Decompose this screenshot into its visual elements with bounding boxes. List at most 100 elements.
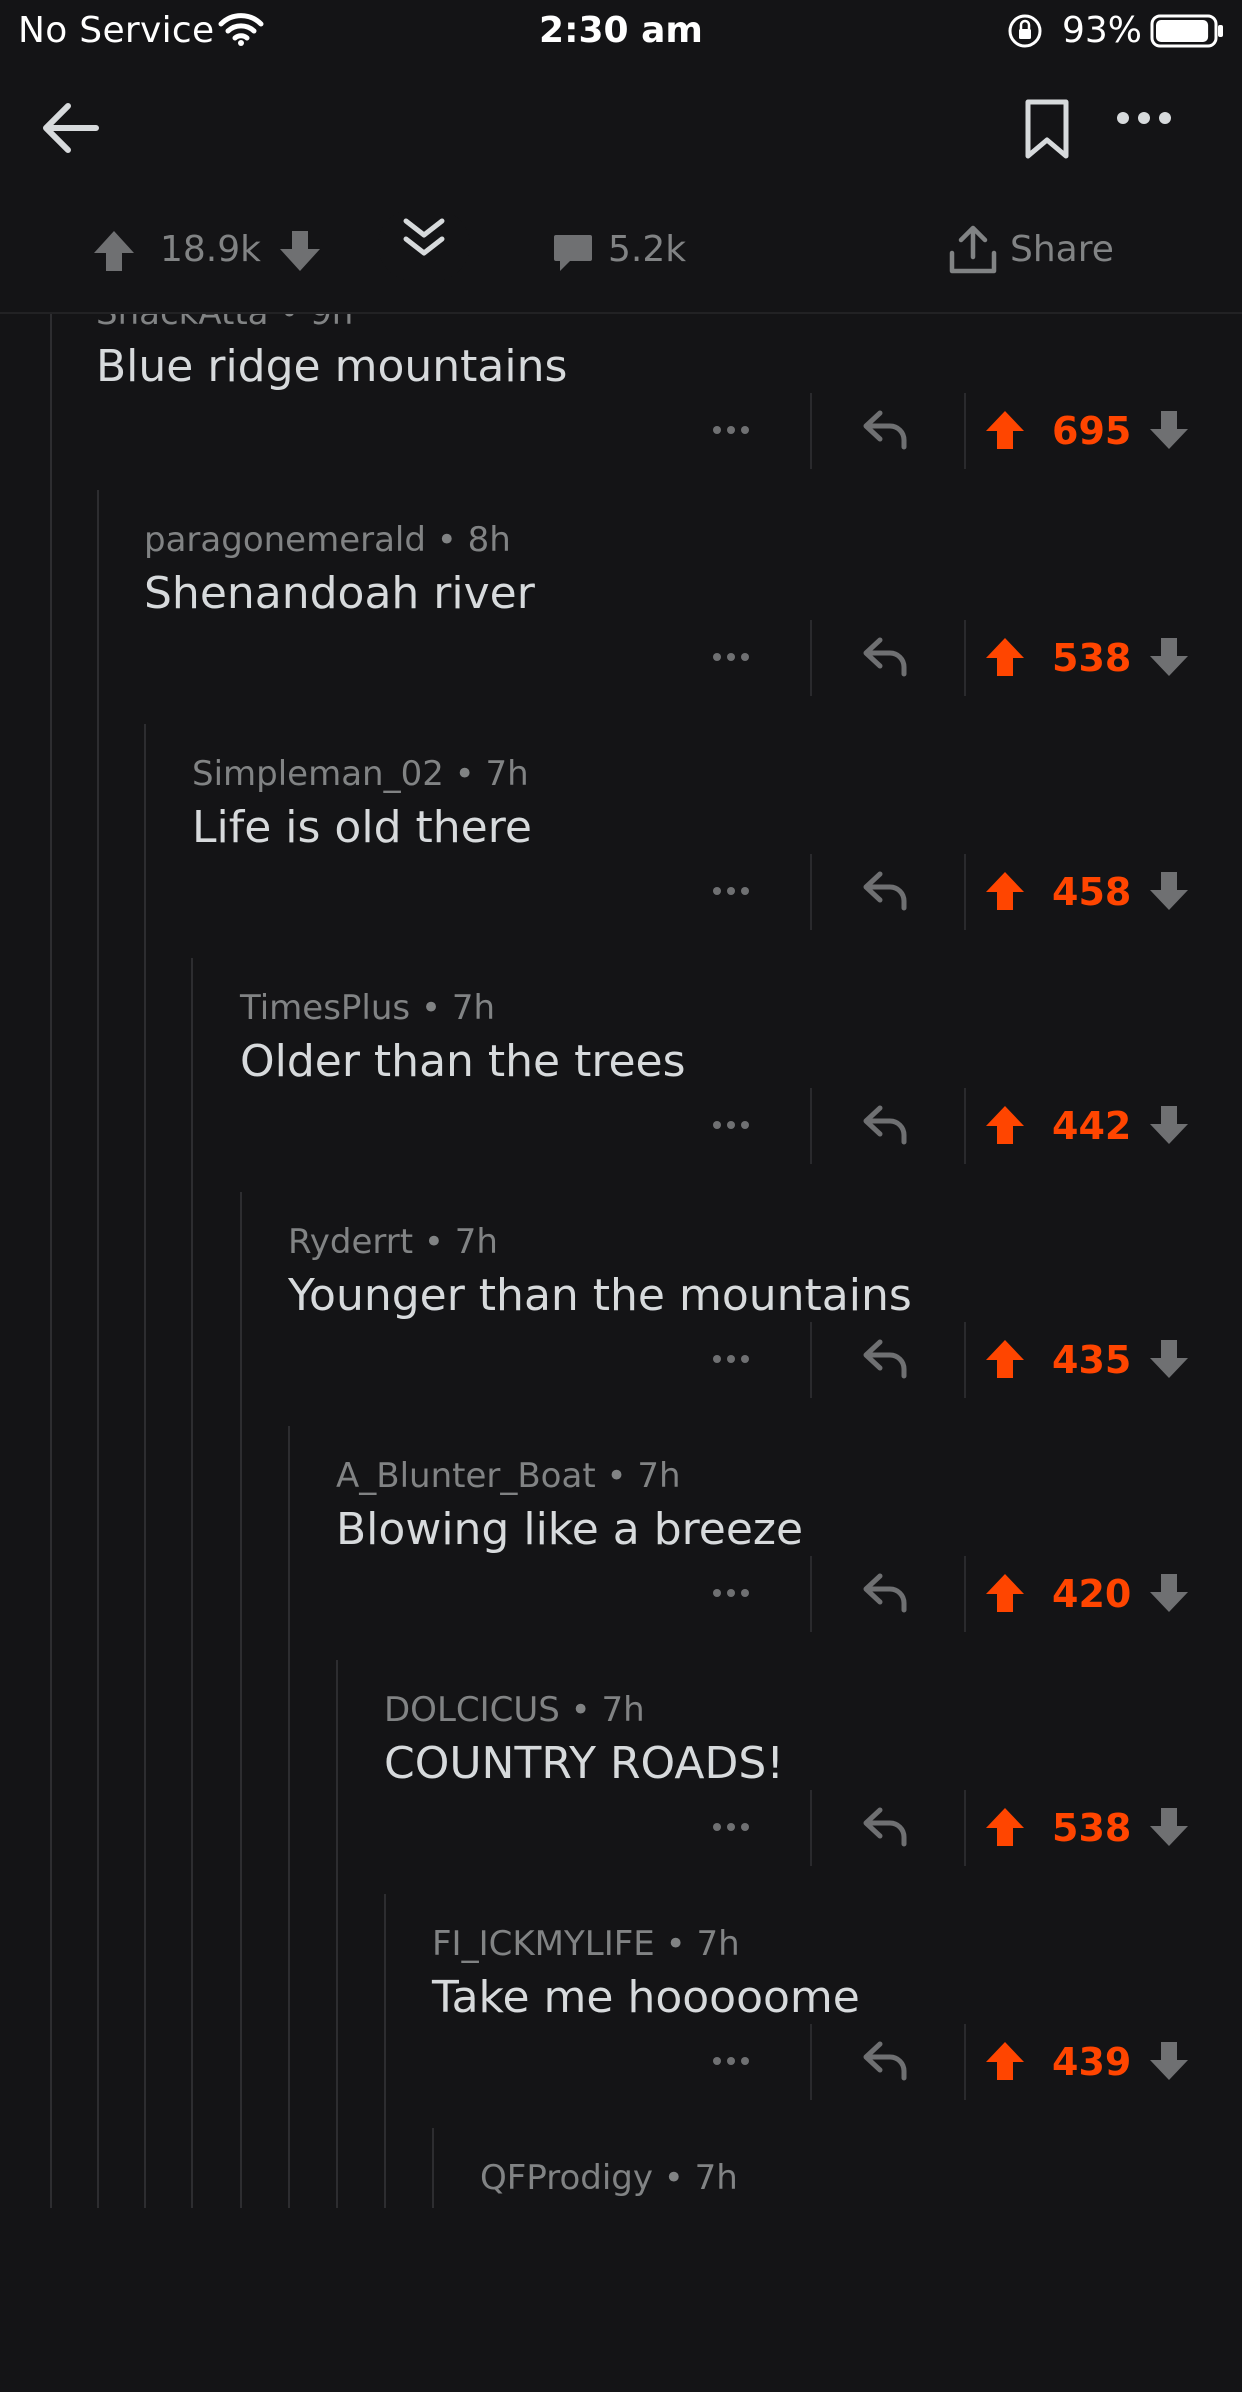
- comment-body: Blue ridge mountains: [96, 341, 568, 392]
- comment-downvote-button[interactable]: [1148, 1806, 1190, 1852]
- more-horizontal-icon: [713, 426, 749, 434]
- comment-author[interactable]: Simpleman_02: [192, 754, 444, 794]
- reply-button[interactable]: [862, 1572, 908, 1618]
- post-comment-count[interactable]: 5.2k: [608, 229, 686, 270]
- arrow-up-icon: [986, 1106, 1024, 1144]
- share-upload-icon[interactable]: [948, 225, 998, 281]
- comment-score: 458: [1052, 870, 1132, 914]
- comment-more-button[interactable]: [712, 1818, 750, 1837]
- more-horizontal-icon: [713, 887, 749, 895]
- comment-upvote-button[interactable]: [984, 2040, 1026, 2086]
- comment-item: paragonemerald • 8h Shenandoah river 538: [0, 520, 1242, 754]
- comment-actions: 420: [0, 1556, 1242, 1636]
- comment-upvote-button[interactable]: [984, 1104, 1026, 1150]
- post-downvote-button[interactable]: [278, 229, 322, 277]
- reply-button[interactable]: [862, 870, 908, 916]
- comment-bubble-icon[interactable]: [552, 233, 594, 277]
- comment-more-button[interactable]: [712, 421, 750, 440]
- comment-author[interactable]: QFProdigy: [480, 2158, 653, 2198]
- comment-age: 7h: [451, 988, 495, 1028]
- bookmark-button[interactable]: [1022, 98, 1072, 164]
- comment-meta[interactable]: TimesPlus • 7h: [240, 988, 495, 1028]
- comment-item: Ryderrt • 7h Younger than the mountains …: [0, 1222, 1242, 1456]
- comment-age: 7h: [485, 754, 529, 794]
- comment-more-button[interactable]: [712, 882, 750, 901]
- more-horizontal-icon: [713, 653, 749, 661]
- comment-upvote-button[interactable]: [984, 870, 1026, 916]
- comment-item: DOLCICUS • 7h COUNTRY ROADS! 538: [0, 1690, 1242, 1924]
- arrow-down-icon: [1150, 1106, 1188, 1144]
- comment-meta[interactable]: DOLCICUS • 7h: [384, 1690, 645, 1730]
- comment-score: 538: [1052, 1806, 1132, 1850]
- comment-meta[interactable]: Simpleman_02 • 7h: [192, 754, 529, 794]
- comment-score: 442: [1052, 1104, 1132, 1148]
- comment-upvote-button[interactable]: [984, 1806, 1026, 1852]
- reply-arrow-icon: [863, 410, 907, 450]
- reply-button[interactable]: [862, 409, 908, 455]
- more-horizontal-icon: [713, 2057, 749, 2065]
- comment-author[interactable]: paragonemerald: [144, 520, 426, 560]
- comment-actions: 538: [0, 1790, 1242, 1870]
- arrow-down-icon: [1150, 1574, 1188, 1612]
- action-divider: [810, 1790, 812, 1866]
- bookmark-icon: [1025, 99, 1069, 159]
- comment-meta[interactable]: FI_ICKMYLIFE • 7h: [432, 1924, 740, 1964]
- comment-downvote-button[interactable]: [1148, 1104, 1190, 1150]
- comment-downvote-button[interactable]: [1148, 1572, 1190, 1618]
- comment-downvote-button[interactable]: [1148, 409, 1190, 455]
- more-options-button[interactable]: [1116, 110, 1172, 130]
- share-button[interactable]: Share: [1010, 229, 1114, 270]
- arrow-down-icon: [1150, 2042, 1188, 2080]
- reply-button[interactable]: [862, 1806, 908, 1852]
- comment-age: 7h: [696, 1924, 740, 1964]
- action-divider: [810, 1556, 812, 1632]
- post-header: 18.9k 5.2k Share: [0, 62, 1242, 314]
- post-upvote-button[interactable]: [92, 229, 136, 277]
- comment-upvote-button[interactable]: [984, 1572, 1026, 1618]
- comment-actions: 442: [0, 1088, 1242, 1168]
- comment-meta[interactable]: A_Blunter_Boat • 7h: [336, 1456, 681, 1496]
- action-divider: [810, 1088, 812, 1164]
- comment-more-button[interactable]: [712, 2052, 750, 2071]
- comment-item: A_Blunter_Boat • 7h Blowing like a breez…: [0, 1456, 1242, 1690]
- more-horizontal-icon: [713, 1589, 749, 1597]
- comment-more-button[interactable]: [712, 648, 750, 667]
- reply-button[interactable]: [862, 1338, 908, 1384]
- comment-actions: 435: [0, 1322, 1242, 1402]
- comment-author[interactable]: DOLCICUS: [384, 1690, 560, 1730]
- comment-item: TimesPlus • 7h Older than the trees 442: [0, 988, 1242, 1222]
- comment-more-button[interactable]: [712, 1584, 750, 1603]
- comment-downvote-button[interactable]: [1148, 870, 1190, 916]
- comment-author[interactable]: A_Blunter_Boat: [336, 1456, 596, 1496]
- comment-author[interactable]: TimesPlus: [240, 988, 410, 1028]
- arrow-down-icon: [1150, 411, 1188, 449]
- comment-author[interactable]: FI_ICKMYLIFE: [432, 1924, 655, 1964]
- more-horizontal-icon: [713, 1121, 749, 1129]
- arrow-up-icon: [94, 231, 134, 271]
- comment-more-button[interactable]: [712, 1116, 750, 1135]
- action-divider: [964, 854, 966, 930]
- comment-body: Younger than the mountains: [288, 1270, 912, 1321]
- comment-author[interactable]: Ryderrt: [288, 1222, 413, 1262]
- reply-arrow-icon: [863, 871, 907, 911]
- comment-downvote-button[interactable]: [1148, 636, 1190, 682]
- comment-upvote-button[interactable]: [984, 409, 1026, 455]
- comment-downvote-button[interactable]: [1148, 2040, 1190, 2086]
- reply-button[interactable]: [862, 1104, 908, 1150]
- comment-meta[interactable]: Ryderrt • 7h: [288, 1222, 498, 1262]
- comment-item: Simpleman_02 • 7h Life is old there 458: [0, 754, 1242, 988]
- comment-downvote-button[interactable]: [1148, 1338, 1190, 1384]
- reply-button[interactable]: [862, 2040, 908, 2086]
- comment-meta[interactable]: QFProdigy • 7h: [480, 2158, 738, 2198]
- comment-upvote-button[interactable]: [984, 1338, 1026, 1384]
- comment-meta[interactable]: paragonemerald • 8h: [144, 520, 511, 560]
- comment-actions: 458: [0, 854, 1242, 934]
- comment-item: ShackAtta • 9h Blue ridge mountains 695: [0, 293, 1242, 527]
- back-button[interactable]: [40, 98, 102, 162]
- comment-more-button[interactable]: [712, 1350, 750, 1369]
- reply-button[interactable]: [862, 636, 908, 682]
- comment-upvote-button[interactable]: [984, 636, 1026, 682]
- double-chevron-down-icon: [403, 218, 445, 256]
- collapse-threads-button[interactable]: [378, 209, 470, 281]
- comment-score: 439: [1052, 2040, 1132, 2084]
